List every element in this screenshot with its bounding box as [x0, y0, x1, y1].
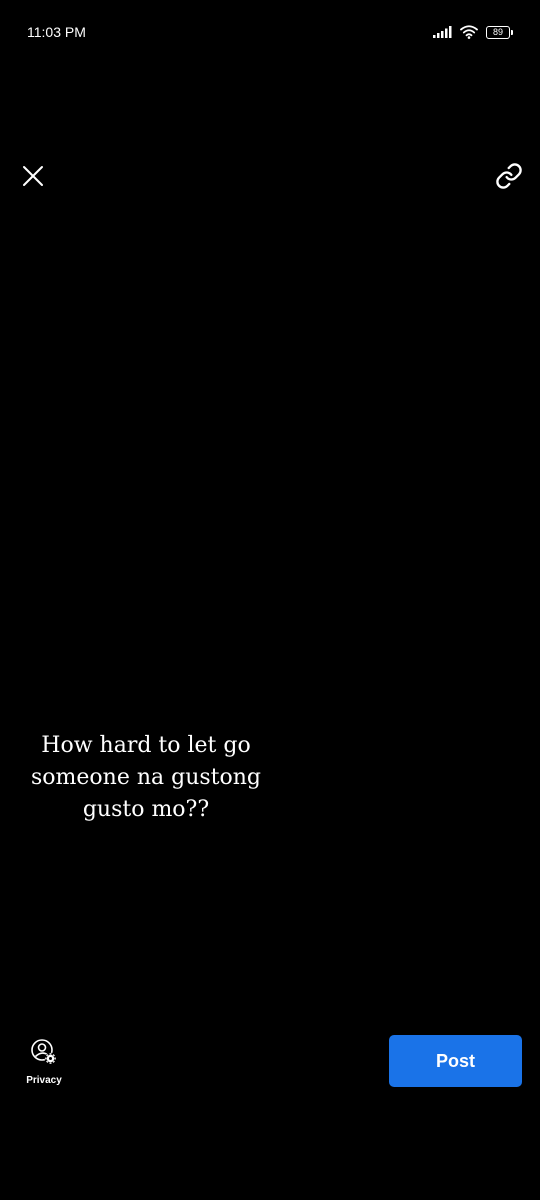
link-icon: [495, 162, 523, 195]
post-button[interactable]: Post: [389, 1035, 522, 1087]
close-icon: [22, 165, 44, 192]
privacy-settings-icon: [30, 1038, 58, 1071]
link-button[interactable]: [491, 160, 527, 196]
close-button[interactable]: [15, 160, 51, 196]
status-icons: 89: [433, 25, 513, 39]
privacy-button[interactable]: Privacy: [14, 1038, 74, 1086]
privacy-label: Privacy: [26, 1075, 62, 1086]
signal-icon: [433, 26, 452, 38]
wifi-icon: [460, 25, 478, 39]
status-time: 11:03 PM: [27, 24, 86, 40]
status-bar: 11:03 PM 89: [0, 0, 540, 66]
post-text[interactable]: How hard to let go someone na gustong gu…: [0, 730, 292, 826]
battery-level: 89: [492, 26, 503, 37]
battery-icon: 89: [486, 25, 513, 39]
